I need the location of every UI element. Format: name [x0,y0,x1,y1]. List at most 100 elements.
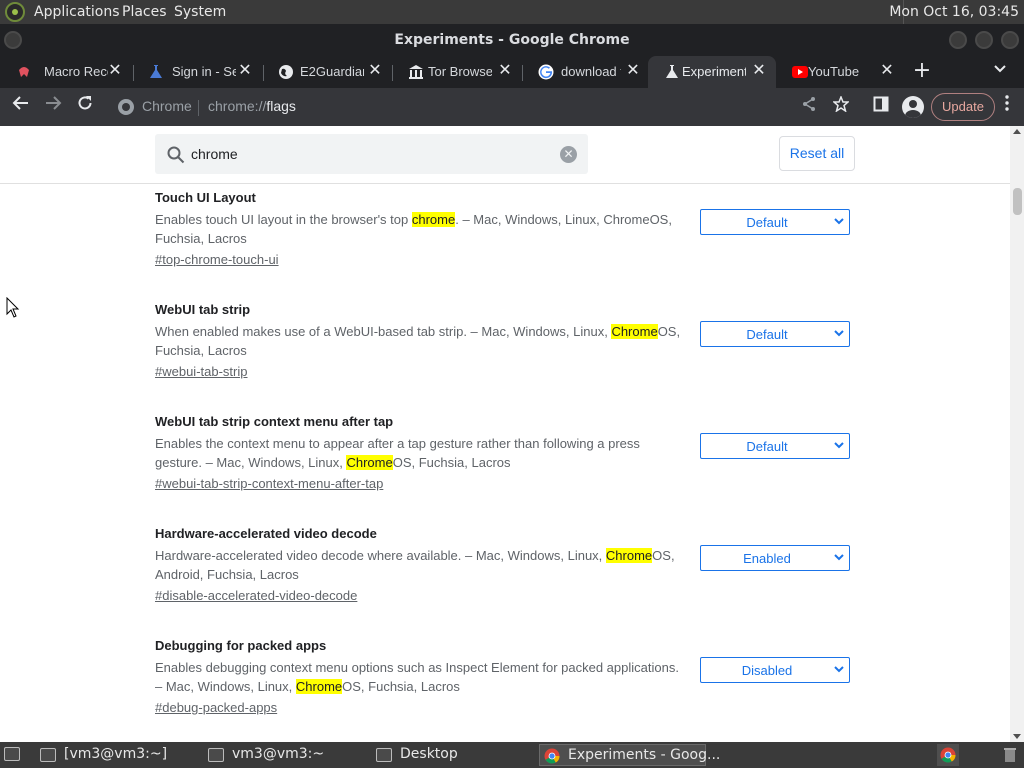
minimize-button[interactable] [949,31,967,49]
tab-youtube[interactable]: YouTube ✕ [776,56,904,88]
globe-icon [279,65,293,79]
close-tab-icon[interactable]: ✕ [366,62,384,80]
tab-label: Macro Recorder [44,64,108,79]
window-titlebar[interactable]: Experiments - Google Chrome [0,24,1024,56]
tab-label: download t [561,64,621,79]
close-tab-icon[interactable]: ✕ [750,62,768,80]
tab-label: E2Guardian [300,64,364,79]
terminal-icon [40,748,56,762]
flask-icon [150,65,162,78]
taskbar-item-label: Experiments - Goog... [568,747,721,763]
system-menu[interactable]: System [174,4,226,20]
maximize-button[interactable] [975,31,993,49]
close-tab-icon[interactable]: ✕ [236,62,254,80]
side-panel-button[interactable] [868,94,894,120]
flag-name: Hardware-accelerated video decode [155,526,377,541]
flag-state-select[interactable]: Default [700,209,850,235]
places-menu[interactable]: Places [122,4,167,20]
flag-permalink[interactable]: #debug-packed-apps [155,700,277,715]
tab-search-chevron-icon[interactable] [990,62,1010,82]
scrollbar-thumb[interactable] [1013,188,1022,215]
clock[interactable]: Mon Oct 16, 03:45 [889,4,1019,20]
close-tab-icon[interactable]: ✕ [106,62,124,80]
flag-item: WebUI tab strip When enabled makes use o… [155,302,855,402]
profile-avatar-icon[interactable] [902,96,924,118]
tab-macro-recorder[interactable]: Macro Recorder ✕ [0,56,132,88]
flag-permalink[interactable]: #top-chrome-touch-ui [155,252,279,267]
share-button[interactable] [796,94,822,120]
flag-permalink[interactable]: #disable-accelerated-video-decode [155,588,357,603]
show-desktop-button[interactable] [2,744,26,766]
taskbar-item-active[interactable]: Experiments - Goog... [539,744,720,766]
scroll-down-arrow-icon[interactable] [1013,734,1021,739]
tray-chrome[interactable] [937,744,959,766]
applications-menu[interactable]: Applications [34,4,120,20]
search-highlight: Chrome [605,548,653,563]
reload-button[interactable] [72,94,98,120]
tab-tor-browser[interactable]: Tor Browser ✕ [392,56,522,88]
chrome-chip-label: Chrome [142,98,192,114]
tab-label: Sign in - Se [172,64,236,79]
flag-item: Hardware-accelerated video decode Hardwa… [155,526,855,626]
tab-experiments[interactable]: Experiments ✕ [648,56,776,88]
close-tab-icon[interactable]: ✕ [624,62,642,80]
flag-name: Debugging for packed apps [155,638,327,653]
more-vert-icon [1005,95,1009,111]
taskbar-item[interactable]: [vm3@vm3:~] [36,744,196,766]
address-bar[interactable]: Chrome chrome://flags [110,92,830,122]
flag-desc-text: OS, Fuchsia, Lacros [342,679,460,694]
distro-logo-icon[interactable] [5,2,25,22]
flag-state-select[interactable]: Default [700,321,850,347]
tab-sign-in[interactable]: Sign in - Se ✕ [132,56,262,88]
site-info-icon[interactable] [118,99,134,115]
clear-search-icon[interactable]: ✕ [560,146,577,163]
taskbar-item[interactable]: vm3@vm3:~ [204,744,364,766]
search-box[interactable]: ✕ [155,134,588,174]
url-prefix: chrome:// [208,98,267,114]
new-tab-button[interactable]: + [910,60,934,83]
show-desktop-icon [4,747,20,761]
forward-button[interactable] [40,94,66,120]
search-highlight: Chrome [346,455,393,470]
flag-name: WebUI tab strip [155,302,251,317]
flag-state-select[interactable]: Enabled [700,545,850,571]
flags-search-header: ✕ Reset all [0,126,1010,184]
close-window-button[interactable] [1001,31,1019,49]
share-icon [803,97,815,111]
flag-item: WebUI tab strip context menu after tap E… [155,414,855,514]
bank-icon [409,65,423,79]
search-highlight: Chrome [611,324,658,339]
flag-state-select[interactable]: Disabled [700,657,850,683]
flag-permalink[interactable]: #webui-tab-strip-context-menu-after-tap [155,476,383,491]
search-input[interactable] [191,144,551,164]
trash-button[interactable] [1000,744,1020,766]
search-highlight: chrome [411,212,456,227]
flag-name: Touch UI Layout [155,190,256,205]
back-button[interactable] [8,94,34,120]
flag-desc-text: Enables touch UI layout in the browser's… [155,212,412,227]
vertical-scrollbar[interactable] [1010,126,1024,742]
flag-state-select[interactable]: Default [700,433,850,459]
tab-label: Tor Browser [428,64,492,79]
search-highlight: Chrome [295,679,343,694]
tab-download[interactable]: download t ✕ [522,56,650,88]
update-button[interactable]: Update [931,93,995,121]
forward-arrow-icon [46,96,62,110]
chrome-menu-button[interactable] [994,94,1020,120]
scroll-up-arrow-icon[interactable] [1013,129,1021,134]
flag-item: Debugging for packed apps Enables debugg… [155,638,855,738]
flag-permalink[interactable]: #webui-tab-strip [155,364,248,379]
close-tab-icon[interactable]: ✕ [878,62,896,80]
reset-all-button[interactable]: Reset all [779,136,855,171]
close-tab-icon[interactable]: ✕ [496,62,514,80]
flag-name: WebUI tab strip context menu after tap [155,414,394,429]
macro-recorder-icon [19,67,29,77]
flag-description: When enabled makes use of a WebUI-based … [155,322,685,360]
search-icon [167,146,185,164]
tab-e2guardian[interactable]: E2Guardian ✕ [262,56,392,88]
experiments-flask-icon [666,65,678,78]
chrome-icon [544,748,560,764]
bookmark-button[interactable] [828,94,854,120]
taskbar-item[interactable]: Desktop [372,744,532,766]
folder-icon [376,748,392,762]
